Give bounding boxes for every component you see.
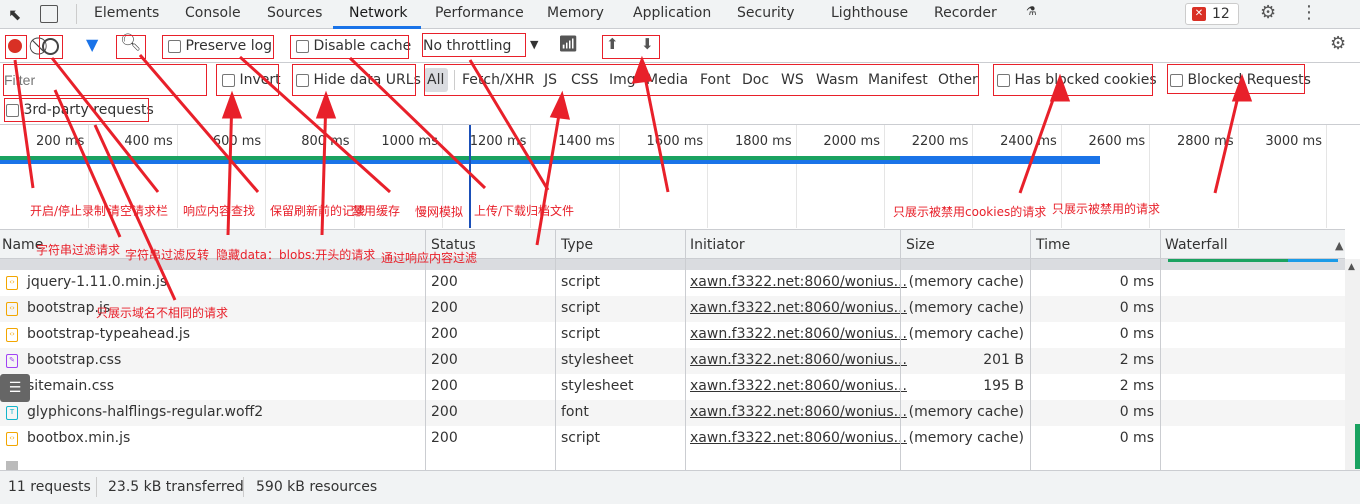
annotation-upload-download: 上传/下载归档文件 — [474, 204, 575, 218]
annotation-third-party: 只展示域名不相同的请求 — [96, 306, 229, 320]
annotation-clear: 清空请求栏 — [108, 204, 169, 218]
annotation-record: 开启/停止录制 — [30, 204, 107, 218]
annotation-invert: 字符串过滤反转 — [125, 248, 210, 262]
annotation-type-filter: 通过响应内容过滤 — [381, 251, 478, 265]
annotation-hide-data: 隐藏data：blobs:开头的请求 — [216, 248, 376, 262]
annotation-filter-string: 字符串过滤请求 — [36, 243, 121, 257]
annotation-blocked-cookies: 只展示被禁用cookies的请求 — [893, 205, 1047, 219]
annotation-disable-cache: 禁用缓存 — [352, 204, 401, 218]
annotation-blocked-requests: 只展示被禁用的请求 — [1052, 202, 1161, 216]
annotation-throttle: 慢网模拟 — [415, 205, 464, 219]
annotation-search: 响应内容查找 — [183, 204, 256, 218]
